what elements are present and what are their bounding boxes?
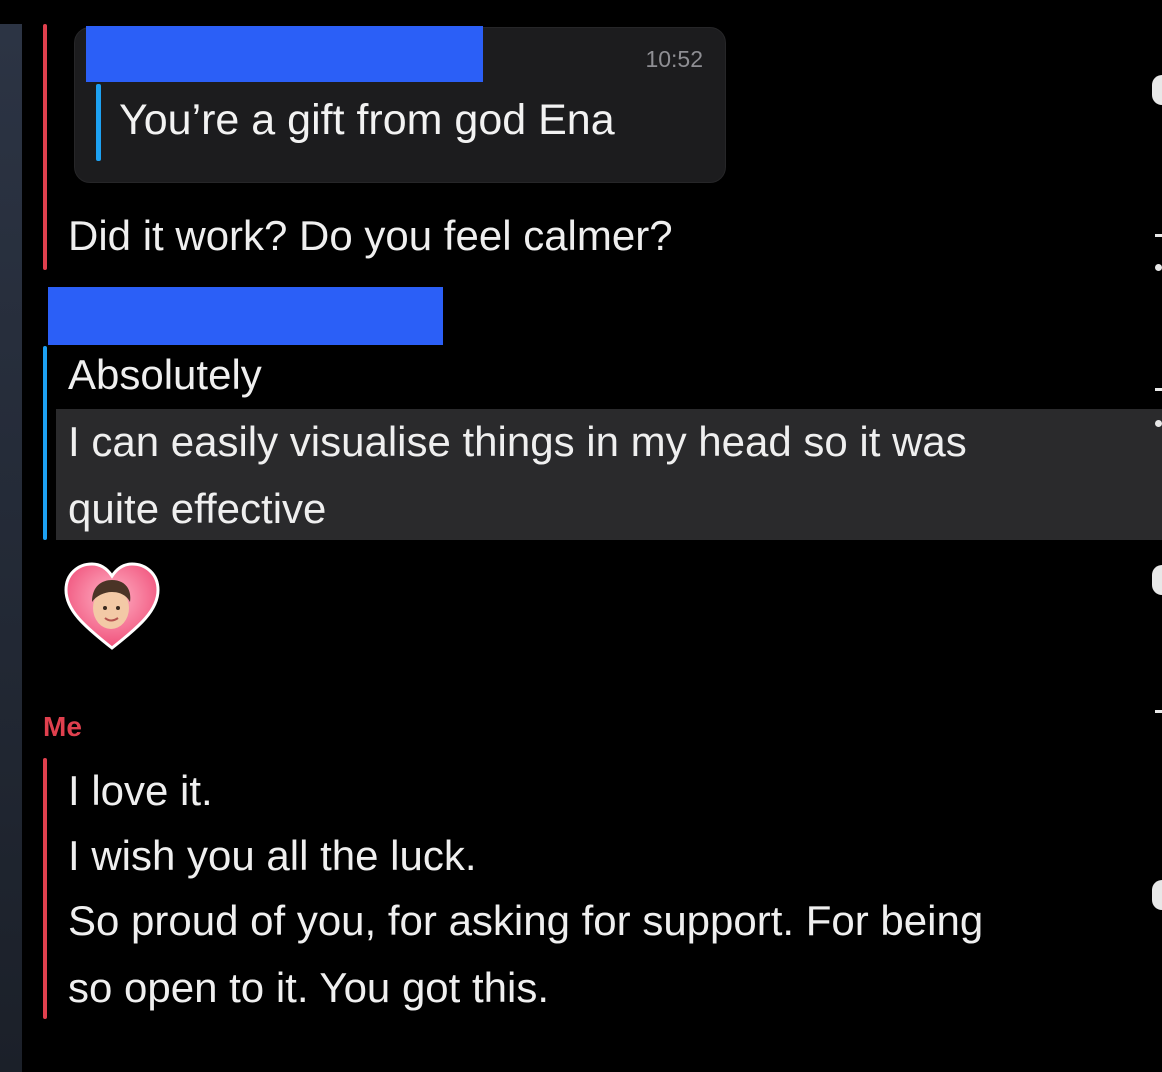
edge-partial-glyph bbox=[1155, 388, 1162, 391]
redacted-name bbox=[86, 26, 483, 82]
edge-partial-glyph bbox=[1155, 264, 1162, 271]
quote-timestamp: 10:52 bbox=[645, 46, 703, 72]
message-line: so open to it. You got this. bbox=[68, 964, 550, 1011]
message-line: So proud of you, for asking for support.… bbox=[68, 897, 984, 944]
message-line: I love it. bbox=[68, 767, 213, 814]
quoted-message-text: You’re a gift from god Ena bbox=[119, 96, 615, 144]
message-line: quite effective bbox=[68, 485, 327, 532]
quote-accent-bar bbox=[96, 84, 101, 161]
edge-partial-glyph bbox=[1155, 420, 1162, 427]
me-thread-bar bbox=[43, 24, 47, 270]
message-line: Absolutely bbox=[68, 351, 262, 398]
quoted-reply-card[interactable]: 10:52 You’re a gift from god Ena bbox=[74, 26, 726, 183]
sender-label-me: Me bbox=[43, 711, 82, 742]
edge-partial-glyph bbox=[1152, 565, 1162, 595]
edge-partial-glyph bbox=[1152, 75, 1162, 105]
edge-partial-glyph bbox=[1152, 880, 1162, 910]
edge-partial-glyph bbox=[1155, 710, 1162, 713]
redacted-sender-name bbox=[48, 287, 443, 345]
other-thread-bar bbox=[43, 346, 47, 540]
message-line: I wish you all the luck. bbox=[68, 832, 477, 879]
message-line: I can easily visualise things in my head… bbox=[68, 418, 967, 465]
message-text: Did it work? Do you feel calmer? bbox=[68, 212, 673, 259]
edge-partial-glyph bbox=[1155, 234, 1162, 237]
heart-bitmoji-icon[interactable] bbox=[64, 562, 160, 652]
me-thread-bar bbox=[43, 758, 47, 1019]
chat-pane[interactable]: 10:52 You’re a gift from god Ena Did it … bbox=[0, 0, 1162, 1072]
